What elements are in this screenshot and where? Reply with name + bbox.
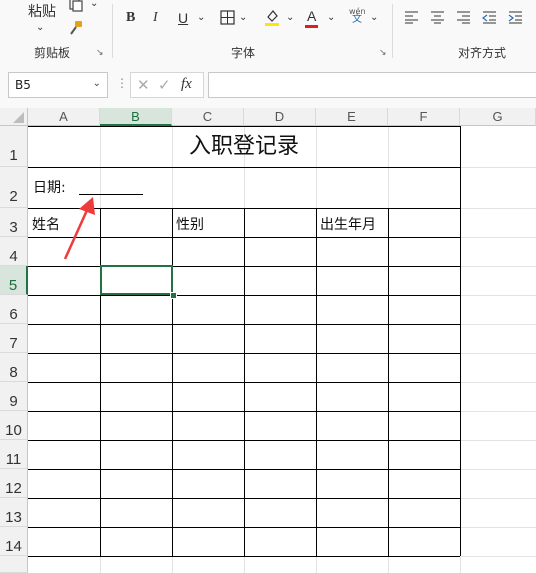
worksheet: A B C D E F G 1 2 3 4 5 6 7 8 9 10 11 12… bbox=[0, 108, 536, 573]
italic-button[interactable]: I bbox=[153, 10, 158, 26]
alignment-group-label: 对齐方式 bbox=[458, 46, 507, 60]
underline-button[interactable]: U bbox=[178, 10, 188, 26]
formula-input[interactable] bbox=[208, 72, 536, 98]
fill-color-dropdown-icon[interactable]: ⌄ bbox=[286, 10, 294, 26]
more-options-icon[interactable]: ⋮ bbox=[116, 76, 128, 90]
clipboard-group-label: 剪贴板 bbox=[34, 46, 71, 60]
font-launcher-icon[interactable]: ↘ bbox=[379, 48, 387, 58]
formula-bar: B5 ⌄ ⋮ ✕ ✓ fx bbox=[0, 62, 536, 108]
name-box-value: B5 bbox=[15, 78, 31, 92]
decrease-indent-icon[interactable] bbox=[482, 10, 497, 24]
font-color-button[interactable]: A bbox=[307, 8, 316, 24]
underline-dropdown-icon[interactable]: ⌄ bbox=[197, 10, 205, 26]
align-left-icon[interactable] bbox=[404, 10, 419, 24]
format-painter-icon[interactable] bbox=[68, 20, 84, 36]
phonetic-dropdown-icon[interactable]: ⌄ bbox=[370, 10, 378, 26]
font-color-dropdown-icon[interactable]: ⌄ bbox=[327, 10, 335, 26]
bold-button[interactable]: B bbox=[126, 10, 135, 26]
name-box[interactable]: B5 ⌄ bbox=[8, 72, 108, 98]
table-title[interactable]: 入职登记录 bbox=[28, 126, 460, 167]
paste-dropdown-icon[interactable]: ⌄ bbox=[36, 20, 44, 36]
paste-button[interactable]: 粘贴 bbox=[28, 4, 56, 20]
borders-dropdown-icon[interactable]: ⌄ bbox=[239, 10, 247, 26]
name-box-dropdown-icon[interactable]: ⌄ bbox=[93, 78, 101, 89]
enter-icon[interactable]: ✓ bbox=[158, 76, 171, 94]
font-color-swatch bbox=[305, 25, 318, 28]
align-right-icon[interactable] bbox=[456, 10, 471, 24]
ribbon-divider bbox=[392, 4, 393, 58]
copy-icon[interactable] bbox=[68, 0, 84, 12]
font-group-label: 字体 bbox=[231, 46, 256, 60]
align-center-icon[interactable] bbox=[430, 10, 445, 24]
copy-dropdown-icon[interactable]: ⌄ bbox=[90, 0, 98, 12]
gridlines bbox=[28, 126, 536, 573]
borders-icon[interactable] bbox=[220, 10, 235, 25]
phonetic-guide-char[interactable]: 文 bbox=[352, 15, 362, 25]
insert-function-button[interactable]: fx bbox=[181, 76, 192, 93]
increase-indent-icon[interactable] bbox=[508, 10, 523, 24]
cancel-icon[interactable]: ✕ bbox=[137, 76, 150, 94]
header-gender[interactable]: 性别 bbox=[176, 214, 204, 234]
ribbon: 粘贴 ⌄ ⌄ 剪贴板 ↘ B I U ⌄ ⌄ ⌄ A ⌄ wén 文 ⌄ 字体 … bbox=[0, 0, 536, 63]
clipboard-launcher-icon[interactable]: ↘ bbox=[96, 48, 104, 58]
header-birth[interactable]: 出生年月 bbox=[320, 214, 376, 234]
formula-buttons: ✕ ✓ fx bbox=[130, 72, 204, 98]
fill-color-icon[interactable] bbox=[264, 8, 280, 26]
ribbon-divider bbox=[112, 4, 113, 58]
annotation-arrow bbox=[63, 197, 95, 260]
selected-cell-b5[interactable] bbox=[100, 265, 173, 295]
fill-handle[interactable] bbox=[170, 292, 177, 299]
